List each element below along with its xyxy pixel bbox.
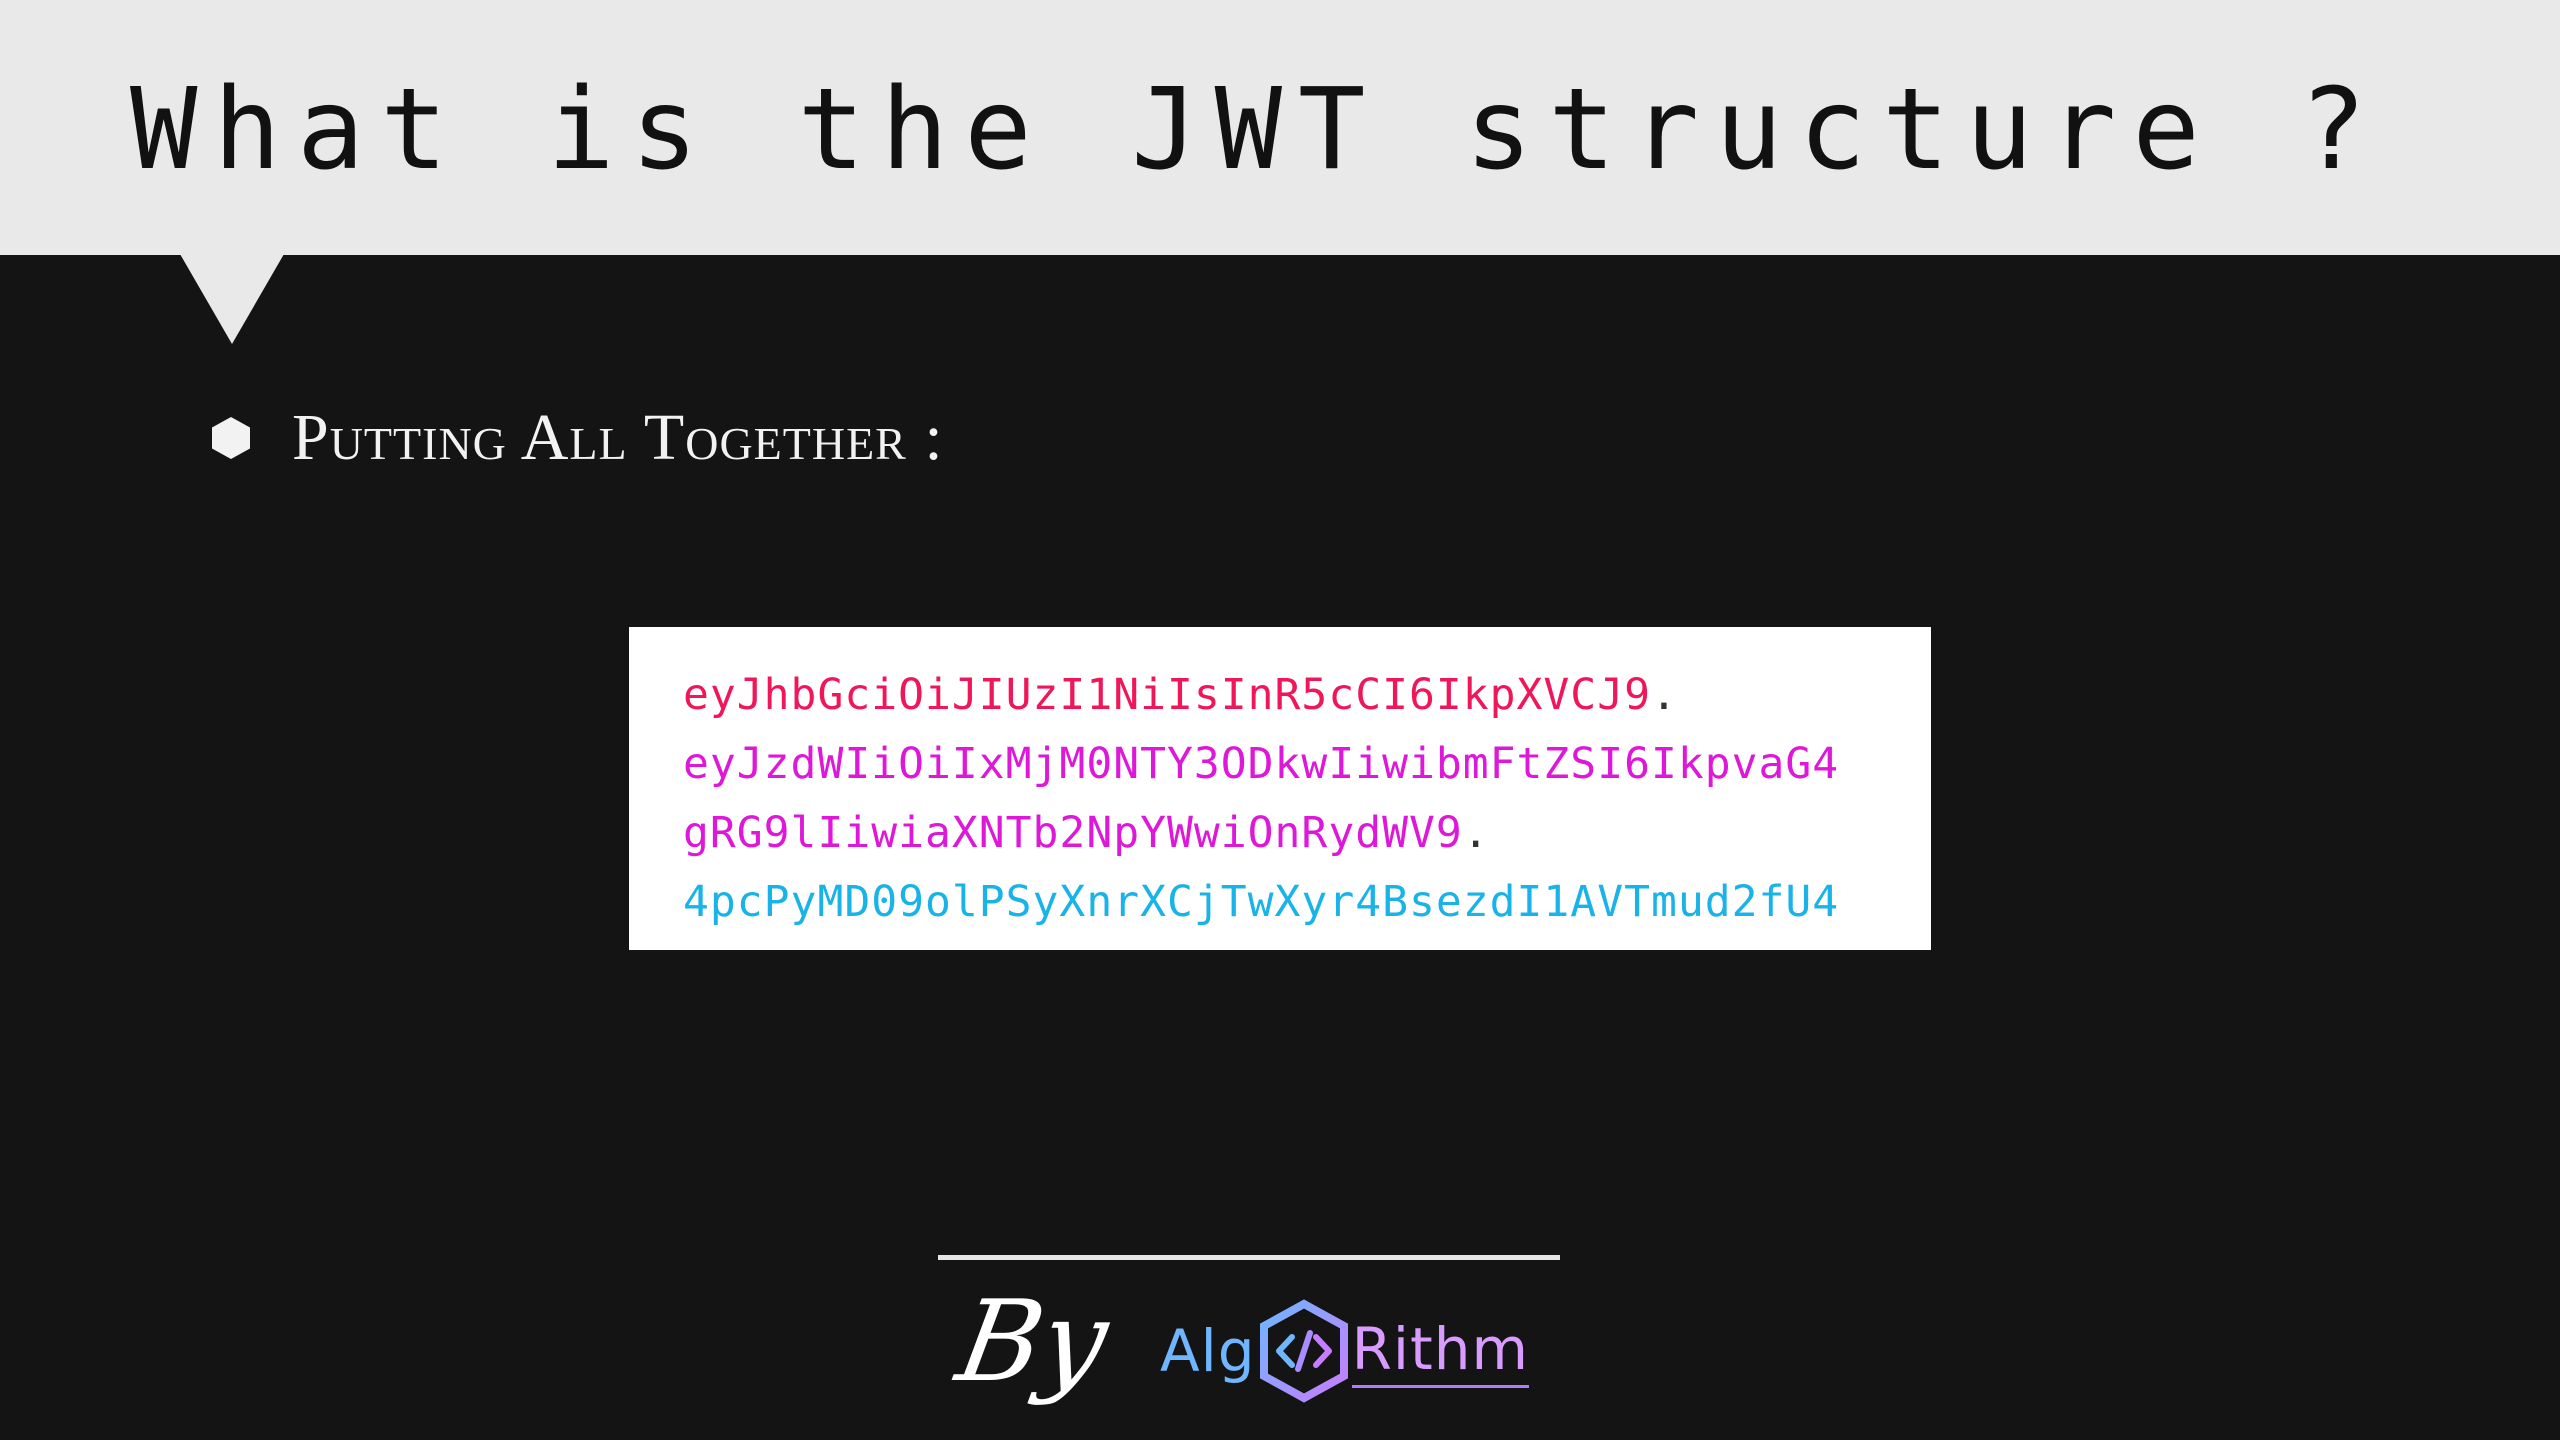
brand-name-right: Rithm [1351,1315,1530,1388]
hexagon-bullet-icon [212,417,250,459]
brand-logo: Alg Rithm [1160,1296,1530,1406]
by-signature: By [948,1277,1118,1407]
code-hexagon-icon [1259,1299,1348,1403]
footer-divider [938,1255,1560,1260]
token-signature-segment: 4pcPyMD09olPSyXnrXCjTwXyr4BsezdI1AVTmud2… [683,877,1840,927]
token-payload-segment: eyJzdWIiOiIxMjM0NTY3ODkwIiwibmFtZSI6Ikpv… [683,739,1840,789]
page-title: What is the JWT structure ? [130,65,2383,195]
token-line-signature: 4pcPyMD09olPSyXnrXCjTwXyr4BsezdI1AVTmud2… [683,868,1931,937]
token-line-header: eyJhbGciOiJIUzI1NiIsInR5cCI6IkpXVCJ9. [683,661,1931,730]
token-separator: . [1650,670,1678,720]
token-line-payload-1: eyJzdWIiOiIxMjM0NTY3ODkwIiwibmFtZSI6Ikpv… [683,730,1931,799]
brand-name-left: Alg [1160,1317,1256,1385]
header-pointer-arrow [180,254,284,344]
token-payload-segment: gRG9lIiwiaXNTb2NpYWwiOnRydWV9 [683,808,1463,858]
token-header-segment: eyJhbGciOiJIUzI1NiIsInR5cCI6IkpXVCJ9 [683,670,1651,720]
bullet-text: Putting All Together : [292,401,944,474]
bullet-item: Putting All Together : [210,398,944,478]
token-line-payload-2: gRG9lIiwiaXNTb2NpYWwiOnRydWV9. [683,799,1931,868]
token-separator: . [1462,808,1490,858]
jwt-token-box: eyJhbGciOiJIUzI1NiIsInR5cCI6IkpXVCJ9. ey… [629,627,1931,950]
title-header-bar: What is the JWT structure ? [0,0,2560,255]
